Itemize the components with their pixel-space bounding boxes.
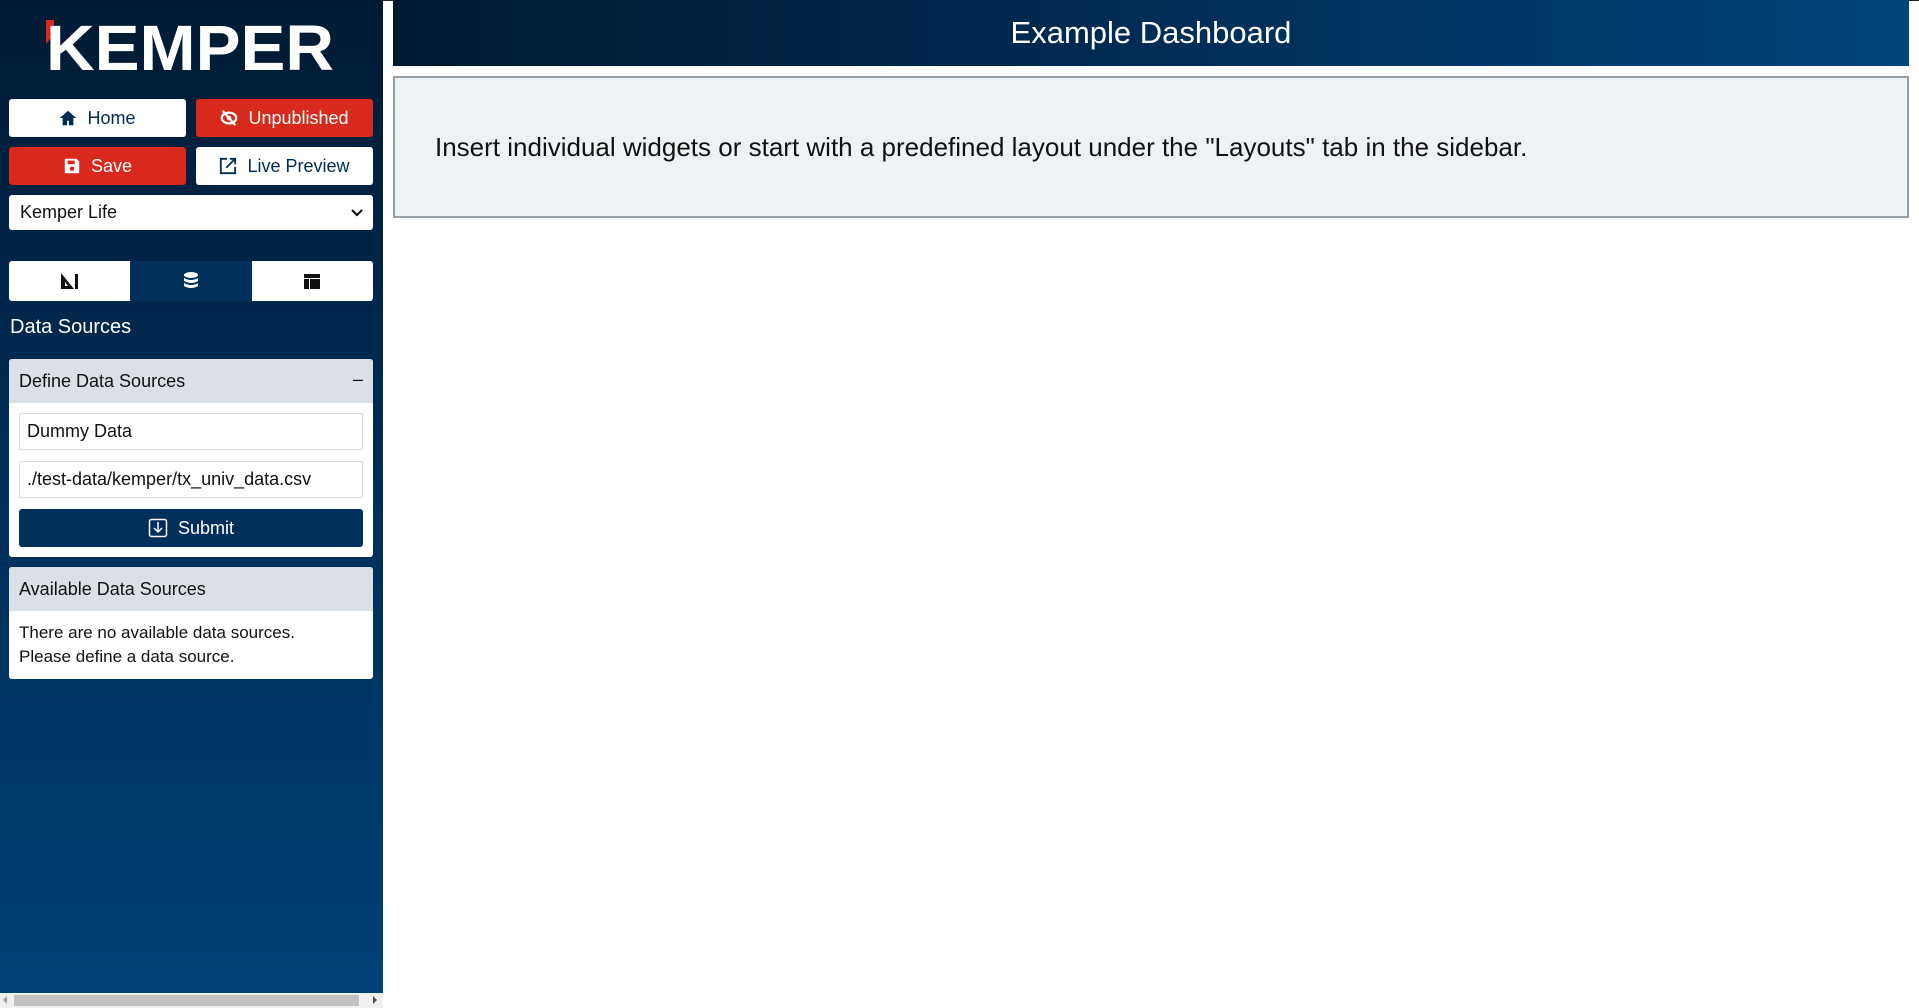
submit-button[interactable]: Submit [19, 509, 363, 547]
scroll-left-arrow-icon[interactable] [3, 996, 7, 1004]
available-panel-header: Available Data Sources [9, 567, 373, 611]
scrollbar-thumb[interactable] [14, 995, 359, 1006]
tab-layouts[interactable] [251, 261, 373, 301]
company-select[interactable]: Kemper Life [9, 195, 373, 230]
available-panel-title: Available Data Sources [19, 578, 206, 599]
save-label: Save [90, 155, 133, 176]
layout-icon [304, 274, 321, 289]
scroll-right-arrow-icon[interactable] [373, 996, 377, 1004]
home-label: Home [87, 107, 136, 128]
info-message: Insert individual widgets or start with … [435, 131, 1528, 162]
svg-text:KEMPER: KEMPER [46, 20, 334, 72]
tab-data-sources[interactable] [130, 261, 252, 301]
section-title: Data Sources [10, 316, 132, 338]
sidebar-tabs [9, 261, 373, 301]
design-tools-icon [60, 273, 78, 289]
info-box: Insert individual widgets or start with … [393, 76, 1909, 218]
sidebar: KEMPER Home Unpublished Save Live Previe… [0, 0, 383, 993]
empty-hint: Please define a data source. [19, 647, 235, 666]
define-panel-header[interactable]: Define Data Sources – [9, 359, 373, 403]
define-panel-title: Define Data Sources [19, 370, 186, 391]
download-box-icon [148, 518, 168, 538]
data-source-path-input[interactable] [19, 461, 363, 498]
collapse-button[interactable]: – [353, 369, 363, 390]
kemper-logo: KEMPER [46, 20, 334, 72]
database-icon [183, 272, 198, 288]
page-title: Example Dashboard [1010, 15, 1292, 50]
company-select-value: Kemper Life [20, 202, 118, 222]
eye-slash-icon [221, 110, 238, 126]
submit-label: Submit [177, 517, 235, 538]
unpublished-label: Unpublished [248, 107, 349, 128]
save-button[interactable]: Save [9, 147, 186, 185]
unpublished-button[interactable]: Unpublished [196, 99, 373, 137]
tab-design[interactable] [9, 261, 131, 301]
live-preview-button[interactable]: Live Preview [196, 147, 373, 185]
home-button[interactable]: Home [9, 99, 186, 137]
data-source-name-input[interactable] [19, 413, 363, 450]
external-link-icon [220, 157, 237, 175]
available-data-sources-panel: Available Data Sources There are no avai… [9, 567, 373, 679]
live-preview-label: Live Preview [247, 155, 350, 176]
sidebar-horizontal-scrollbar[interactable] [0, 993, 383, 1008]
floppy-disk-icon [64, 158, 80, 174]
empty-message: There are no available data sources. [19, 623, 295, 642]
home-icon [60, 110, 77, 126]
define-data-sources-panel: Define Data Sources – Submit [9, 359, 373, 557]
chevron-down-icon [351, 209, 363, 217]
dashboard-header: Example Dashboard [393, 0, 1909, 66]
